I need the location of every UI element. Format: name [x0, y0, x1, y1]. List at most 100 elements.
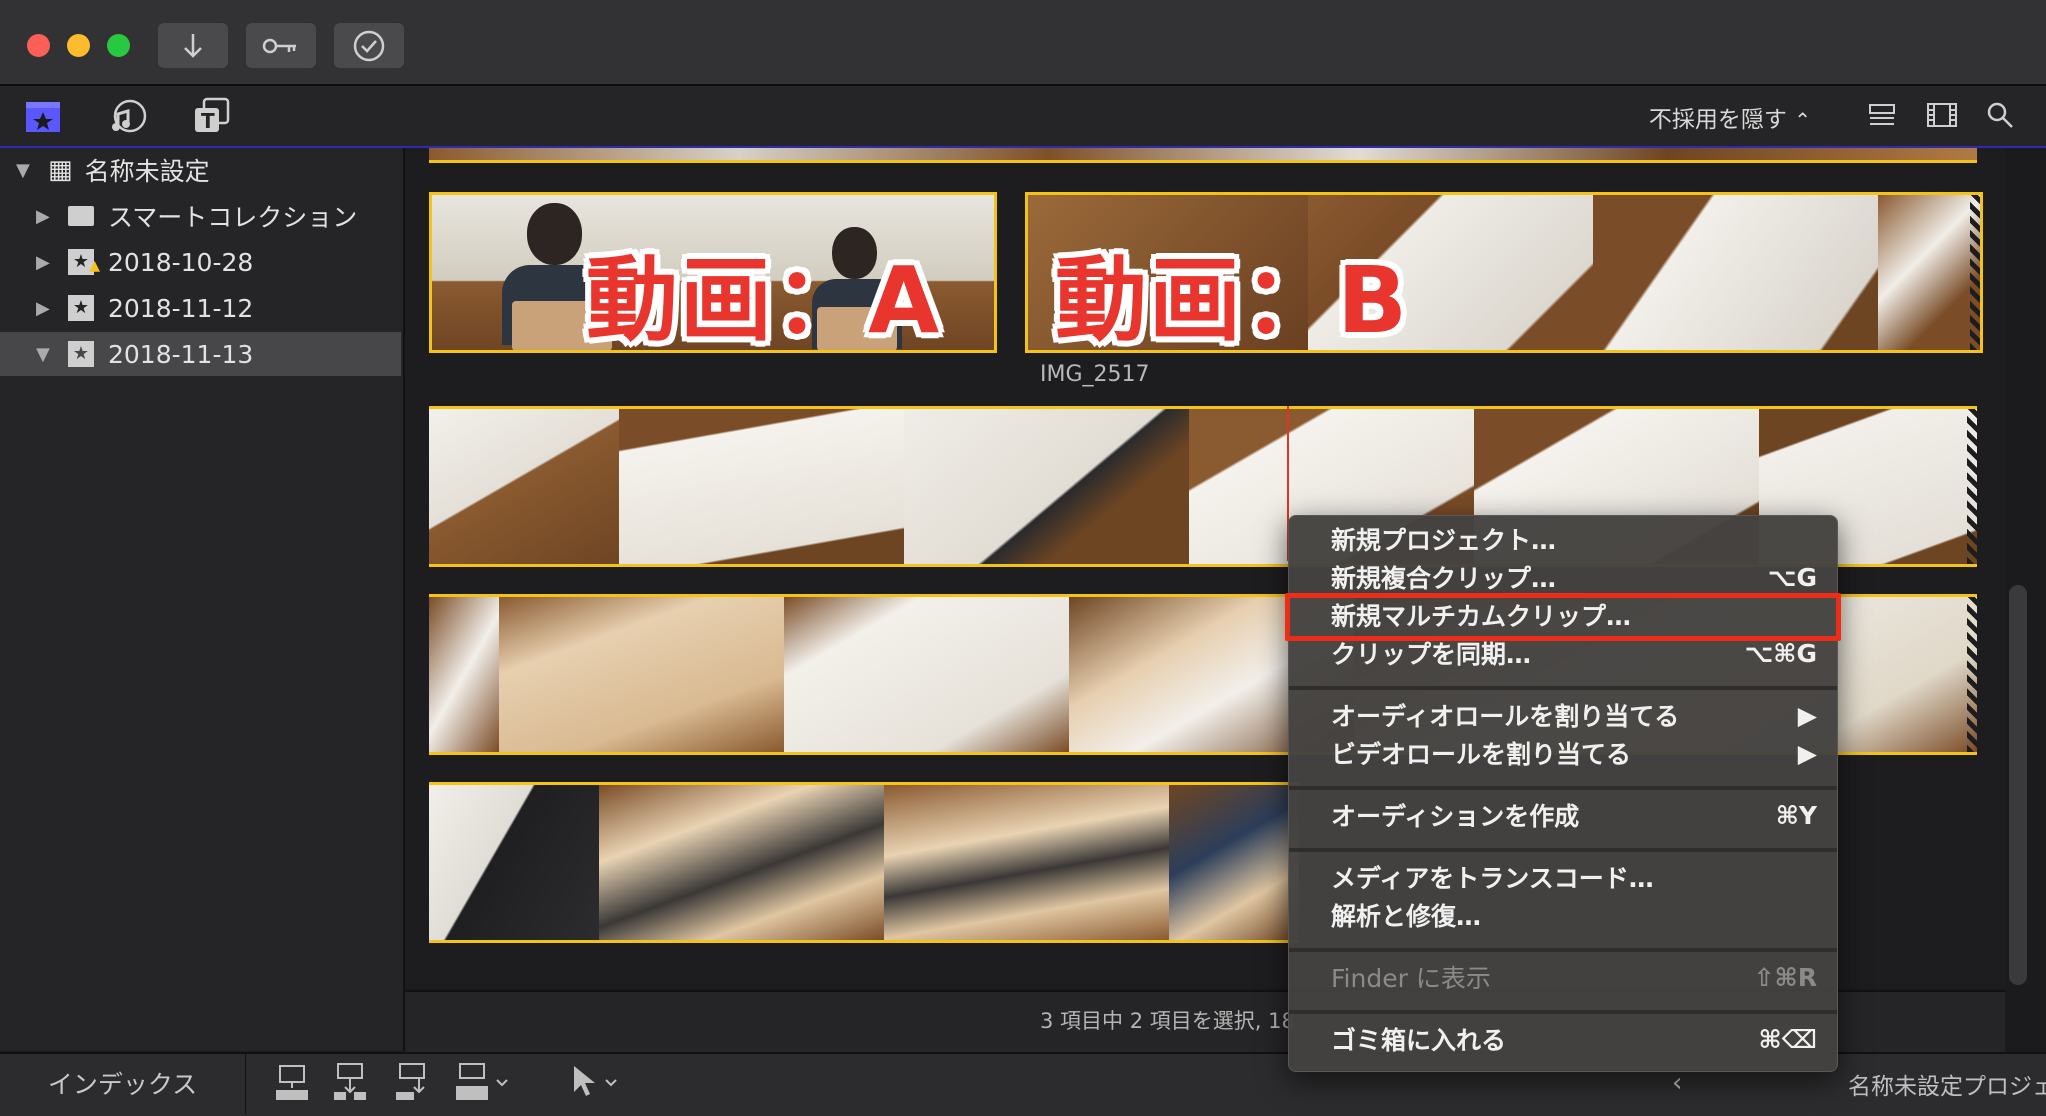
clip-continues-edge [1967, 597, 1977, 752]
sidebar-item-label: 2018-11-12 [108, 293, 254, 323]
menu-item-label: 新規プロジェクト… [1331, 526, 1557, 555]
clip-filmstrip[interactable] [429, 782, 1299, 943]
overwrite-clip-button[interactable] [455, 1062, 515, 1106]
connect-clip-icon [276, 1065, 308, 1100]
zoom-window-button[interactable] [107, 34, 130, 57]
clip-frame [429, 785, 601, 940]
overlay-title-a: 動画：A [586, 247, 942, 354]
svg-text:T: T [201, 109, 215, 133]
overwrite-clip-icon [456, 1063, 508, 1100]
keywords-button[interactable] [246, 23, 316, 68]
library-label: 名称未設定 [84, 157, 210, 186]
key-icon [262, 38, 296, 53]
search-icon [1987, 102, 2013, 128]
menu-item-label: 解析と修復… [1331, 902, 1482, 931]
menu-item-label: 新規複合クリップ… [1331, 564, 1557, 593]
menu-separator [1289, 948, 1837, 952]
menu-separator [1289, 686, 1837, 690]
submenu-arrow-icon: ▶ [1797, 700, 1817, 730]
menu-shortcut: ⌘⌫ [1758, 1024, 1817, 1054]
insert-clip-button[interactable] [333, 1062, 367, 1106]
disclosure-closed-icon: ▶ [36, 297, 50, 319]
menu-item-reveal-in-finder: Finder に表示 ⇧⌘R [1289, 958, 1837, 996]
menu-shortcut: ⌥G [1767, 562, 1817, 592]
clip-filter-popup[interactable]: 不採用を隠す ⌃ [1649, 100, 1811, 134]
clip-frame [499, 597, 786, 752]
photos-audio-tab[interactable] [108, 96, 148, 140]
menu-shortcut: ⇧⌘R [1753, 962, 1817, 992]
clip-continues-edge [1970, 195, 1980, 350]
menu-shortcut: ⌘Y [1775, 800, 1817, 830]
clip-name-label: IMG_2517 [1040, 362, 1150, 387]
menu-item-label: オーディオロールを割り当てる [1331, 702, 1680, 731]
clip-frame [784, 597, 1071, 752]
timeline-index-button[interactable]: インデックス [0, 1052, 246, 1114]
append-clip-button[interactable] [395, 1062, 429, 1106]
browser-scrollbar[interactable] [2009, 585, 2027, 985]
project-name-label: 名称未設定プロジェ [1848, 1074, 2046, 1100]
sidebar-item-smart-collections[interactable]: ▶ スマートコレクション [0, 194, 401, 238]
search-button[interactable] [1986, 101, 2014, 133]
close-window-button[interactable] [27, 34, 50, 57]
menu-item-analyze-and-fix[interactable]: 解析と修復… [1289, 896, 1837, 934]
menu-item-transcode-media[interactable]: メディアをトランスコード… [1289, 858, 1837, 896]
sidebar-item-label: 2018-11-13 [108, 339, 254, 369]
clip-frame [1169, 785, 1299, 940]
music-photo-icon [112, 99, 147, 133]
event-star-icon: ★ [68, 295, 94, 321]
menu-separator [1289, 848, 1837, 852]
append-clip-icon [396, 1063, 425, 1100]
clip-frame [884, 785, 1171, 940]
background-tasks-button[interactable] [334, 23, 404, 68]
clapper-star-icon [26, 102, 60, 132]
clip-frame [429, 409, 621, 564]
disclosure-closed-icon: ▶ [36, 251, 50, 273]
sidebar-item-event-2018-11-13[interactable]: ▼ ★ 2018-11-13 [0, 332, 401, 376]
index-label: インデックス [47, 1070, 198, 1099]
import-button[interactable] [158, 23, 228, 68]
minimize-window-button[interactable] [67, 34, 90, 57]
disclosure-open-icon: ▼ [16, 159, 30, 181]
sidebar-item-event-2018-10-28[interactable]: ▶ ★ ▲ 2018-10-28 [0, 240, 401, 284]
sidebar-item-event-2018-11-12[interactable]: ▶ ★ 2018-11-12 [0, 286, 401, 330]
menu-item-assign-video-roles[interactable]: ビデオロールを割り当てる ▶ [1289, 734, 1837, 772]
menu-item-label: ゴミ箱に入れる [1331, 1026, 1507, 1055]
connect-clip-button[interactable] [275, 1062, 309, 1106]
clip-frame [1593, 195, 1880, 350]
library-icon: ▦ [48, 155, 73, 185]
sidebar-item-label: スマートコレクション [108, 203, 358, 232]
disclosure-open-icon: ▼ [36, 343, 50, 365]
arrow-pointer-icon [574, 1066, 617, 1096]
libraries-tab[interactable] [24, 98, 62, 138]
clip-filmstrip[interactable] [429, 148, 1977, 163]
filmstrip-view-button[interactable] [1926, 101, 1958, 133]
disclosure-closed-icon: ▶ [36, 205, 50, 227]
event-star-icon: ★ [68, 341, 94, 367]
chevron-left-icon[interactable]: ‹ [1672, 1068, 1682, 1098]
clip-frame [1878, 195, 1980, 350]
menu-separator [1289, 1010, 1837, 1014]
select-tool-button[interactable] [568, 1062, 628, 1106]
event-star-warning-icon: ★ ▲ [68, 249, 100, 275]
download-arrow-icon [184, 33, 202, 58]
menu-item-create-audition[interactable]: オーディションを作成 ⌘Y [1289, 796, 1837, 834]
clip-continues-edge [1967, 409, 1977, 564]
clip-frame [904, 409, 1191, 564]
menu-item-assign-audio-roles[interactable]: オーディオロールを割り当てる ▶ [1289, 696, 1837, 734]
menu-separator [1289, 786, 1837, 790]
list-view-button[interactable] [1868, 101, 1896, 133]
menu-item-label: Finder に表示 [1331, 964, 1491, 993]
insert-clip-icon [334, 1063, 366, 1100]
updown-chevron-icon: ⌃ [1794, 108, 1811, 132]
titles-icon: T [195, 97, 230, 133]
sidebar-library[interactable]: ▼ ▦ 名称未設定 [0, 148, 401, 192]
sidebar-item-label: 2018-10-28 [108, 247, 254, 277]
clip-filter-label: 不採用を隠す [1648, 107, 1787, 133]
menu-item-new-compound-clip[interactable]: 新規複合クリップ… ⌥G [1289, 558, 1837, 596]
menu-item-new-project[interactable]: 新規プロジェクト… [1289, 520, 1837, 558]
folder-icon [68, 206, 94, 226]
menu-shortcut: ⌥⌘G [1744, 638, 1817, 668]
filmstrip-icon [1927, 103, 1957, 127]
titles-generators-tab[interactable]: T [192, 96, 232, 140]
menu-item-move-to-trash[interactable]: ゴミ箱に入れる ⌘⌫ [1289, 1020, 1837, 1058]
